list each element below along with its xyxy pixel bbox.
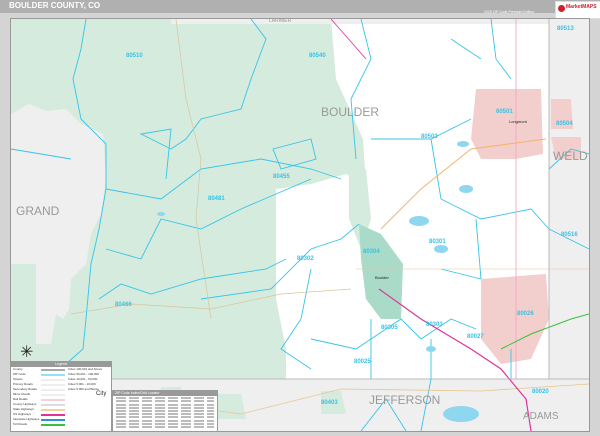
city-label-longmont: Longmont: [509, 119, 527, 124]
index-title: ZIP Code Index/Grid Locator: [113, 391, 217, 396]
zip-label: 80513: [557, 26, 574, 32]
logo-icon: [558, 5, 565, 12]
zip-label: 80510: [126, 53, 143, 59]
zip-label: 80455: [273, 174, 290, 180]
zip-label: 80504: [556, 121, 573, 127]
zip-label: 80503: [421, 134, 438, 140]
zip-label: 80466: [115, 302, 132, 308]
zip-label: 80403: [321, 400, 338, 406]
publisher-logo: MarketMAPS: [555, 1, 600, 19]
county-label-grand: GRAND: [16, 204, 60, 218]
county-label-adams: ADAMS: [523, 411, 559, 422]
zip-label: 80302: [297, 256, 314, 262]
zip-label: 80025: [354, 359, 371, 365]
map-legend: Legend County Cities 100,001 and Above ZI…: [10, 361, 112, 432]
larimer-county-area: [171, 19, 589, 24]
county-label-weld: WELD: [553, 149, 588, 163]
title-bar: BOULDER COUNTY, CO 2020 ZIP Code Premium…: [0, 0, 600, 14]
map-title: BOULDER COUNTY, CO: [9, 1, 101, 10]
zip-label: 80501: [496, 109, 513, 115]
zip-code-index: ZIP Code Index/Grid Locator: [112, 390, 218, 432]
zip-label: 80516: [561, 232, 578, 238]
zip-label: 80303: [426, 322, 443, 328]
zip-label: 80304: [363, 249, 380, 255]
longmont-urban-area: [471, 89, 543, 159]
compass-rose-icon: ✳: [20, 344, 34, 361]
county-label-boulder: BOULDER: [321, 105, 380, 119]
grand-county-area: [11, 104, 106, 344]
zip-label: 80026: [517, 311, 534, 317]
zip-label: 80020: [532, 389, 549, 395]
logo-text: MarketMAPS: [566, 4, 597, 10]
legend-item: Toll Roads: [11, 422, 111, 427]
county-label-larimer: LARIMER: [269, 18, 292, 24]
edition-label: 2020 ZIP Code Premium Edition: [484, 10, 535, 14]
zip-label: 80027: [467, 334, 484, 340]
city-label-boulder: Boulder: [375, 275, 389, 280]
county-label-jefferson: JEFFERSON: [369, 393, 441, 407]
zip-label: 80540: [309, 53, 326, 59]
zip-label: 80481: [208, 196, 225, 202]
zip-label: 80301: [429, 239, 446, 245]
zip-label: 80305: [381, 325, 398, 331]
